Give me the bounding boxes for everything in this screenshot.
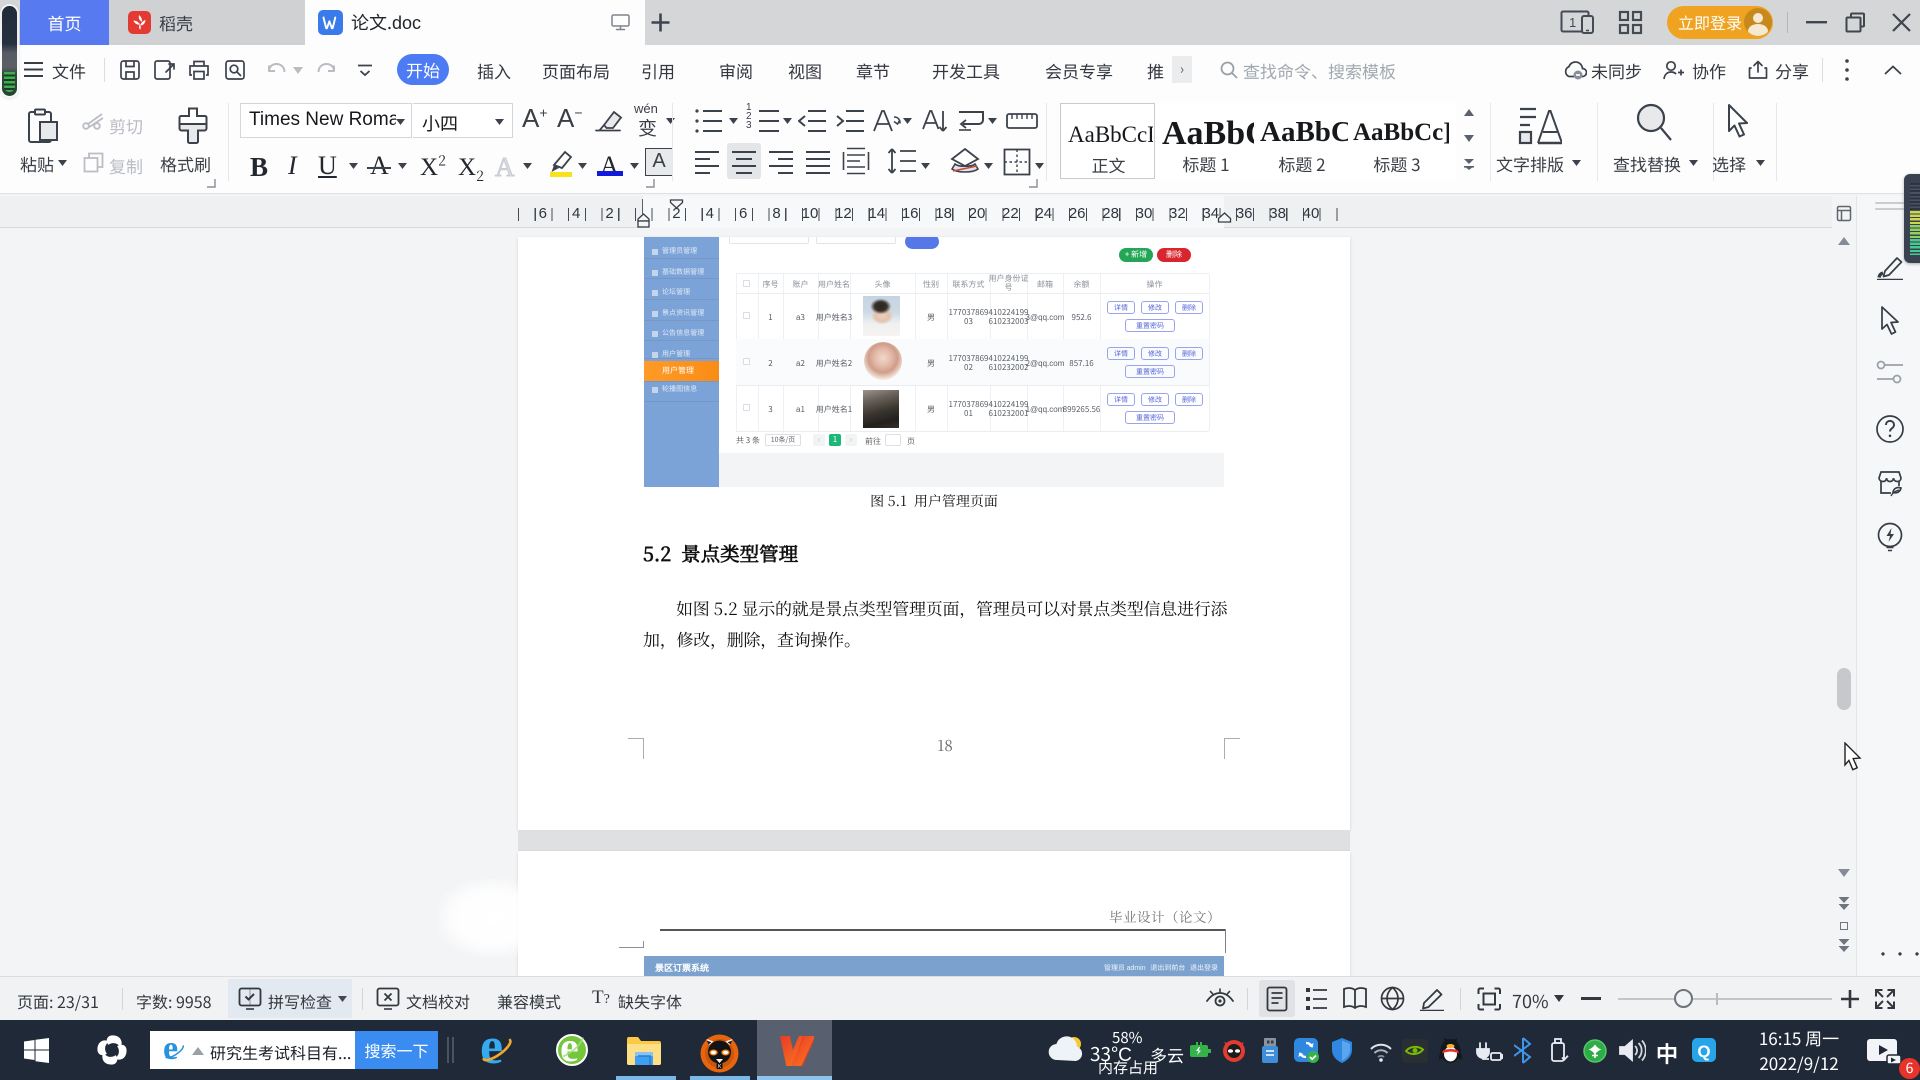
- svg-text:e: e: [560, 1032, 579, 1068]
- svg-text:e: e: [480, 1032, 503, 1068]
- svg-text:e: e: [163, 1039, 178, 1062]
- svg-text:1: 1: [1569, 15, 1576, 30]
